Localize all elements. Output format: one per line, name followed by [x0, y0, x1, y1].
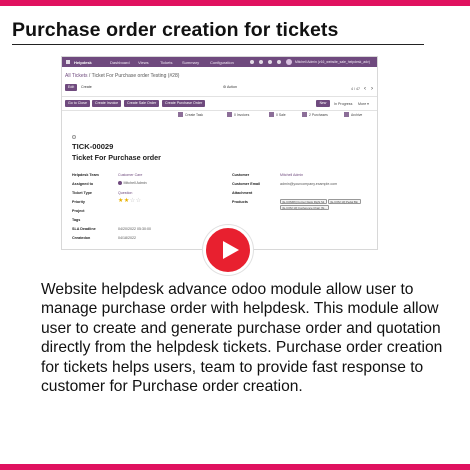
smart-create-task[interactable]: Create Task	[178, 112, 203, 124]
title-divider	[12, 44, 424, 45]
field-label-customer: Customer	[232, 173, 250, 177]
stage-more[interactable]: More ▾	[358, 102, 369, 106]
page-title: Purchase order creation for tickets	[12, 19, 339, 41]
product-tag[interactable]: [E-COM 10] Pedal Bin	[328, 199, 361, 204]
field-label-attachment: Attachment	[232, 191, 253, 195]
field-label-tags: Tags	[72, 218, 81, 222]
field-label-project: Project	[72, 209, 85, 213]
product-tag[interactable]: [E-COM06] Corner Desk Right Sit	[280, 199, 327, 204]
pager-next-icon[interactable]: ›	[371, 86, 373, 92]
smart-invoices[interactable]: 0 Invoices	[227, 112, 249, 124]
star-empty-icon[interactable]: ☆	[136, 198, 142, 204]
app-name[interactable]: Helpdesk	[74, 60, 92, 65]
field-label-created-on: Createdon	[72, 236, 91, 240]
stage-in-progress[interactable]: In Progress	[334, 102, 352, 106]
product-tag[interactable]: [E-COM 10] Conference Chair (St...	[280, 205, 330, 210]
nav-menu-dashboard[interactable]: Dashboard	[110, 60, 130, 65]
nav-menu-tickets[interactable]: Tickets	[160, 60, 173, 65]
video-play-icon[interactable]	[203, 225, 253, 275]
smart-archive[interactable]: Archive	[344, 112, 362, 124]
priority-stars[interactable]: ★★☆☆	[118, 197, 142, 204]
top-navbar: Helpdesk Dashboard Views Tickets Summary…	[62, 57, 377, 67]
create-invoice-button[interactable]: Create Invoice	[92, 100, 122, 107]
purchase-icon	[302, 112, 307, 117]
breadcrumb: All Tickets / Ticket For Purchase order …	[65, 73, 179, 79]
field-value-customer-email[interactable]: admin@yourcompany.example.com	[280, 182, 337, 186]
field-value-created-on[interactable]: 04/18/2022	[118, 236, 136, 240]
field-label-ticket-type: Ticket Type	[72, 191, 92, 195]
field-label-sla-deadline: SLA Deadline	[72, 227, 96, 231]
smart-sale[interactable]: 0 Sale	[269, 112, 286, 124]
ticket-name: Ticket For Purchase order	[72, 153, 161, 162]
create-purchase-order-button[interactable]: Create Purchase Order	[162, 100, 206, 107]
field-value-ticket-type[interactable]: Question	[118, 191, 132, 195]
field-value-assigned-to[interactable]: Mitchell Admin	[118, 181, 147, 186]
kanban-state-icon[interactable]	[72, 135, 76, 139]
apps-menu-icon[interactable]	[66, 60, 70, 64]
module-description: Website helpdesk advance odoo module all…	[41, 281, 443, 396]
clock-icon[interactable]	[268, 60, 272, 64]
bottom-accent-bar	[0, 464, 470, 470]
avatar	[118, 181, 122, 186]
field-value-helpdesk-team[interactable]: Customer Care	[118, 173, 142, 177]
top-accent-bar	[0, 0, 470, 6]
bug-icon[interactable]	[250, 60, 254, 64]
smart-purchases[interactable]: 2 Purchases	[302, 112, 328, 124]
stage-new[interactable]: New	[316, 100, 330, 107]
user-name[interactable]: Mitchell Admin (v16_website_sale_helpdes…	[295, 60, 370, 64]
field-value-customer[interactable]: Mitchell Admin	[280, 173, 303, 177]
odoo-screenshot: Helpdesk Dashboard Views Tickets Summary…	[61, 56, 378, 250]
nav-menu-configuration[interactable]: Configuration	[210, 60, 234, 65]
header-divider	[62, 110, 377, 111]
pager-prev-icon[interactable]: ‹	[364, 86, 366, 92]
company-icon[interactable]	[277, 60, 281, 64]
control-divider	[62, 96, 377, 97]
nav-menu-summary[interactable]: Summary	[182, 60, 199, 65]
field-label-helpdesk-team: Helpdesk Team	[72, 173, 99, 177]
field-label-priority: Priority	[72, 200, 85, 204]
nav-menu-views[interactable]: Views	[138, 60, 149, 65]
action-button[interactable]: ⚙ Action	[220, 84, 241, 91]
breadcrumb-current: / Ticket For Purchase order Testing (#28…	[88, 73, 180, 79]
field-label-assigned-to: Assigned to	[72, 182, 94, 186]
ticket-number: TICK-00029	[72, 142, 114, 151]
user-avatar[interactable]	[286, 59, 292, 65]
create-button[interactable]: Create	[78, 84, 95, 91]
chat-icon[interactable]	[259, 60, 263, 64]
field-label-customer-email: Customer Email	[232, 182, 261, 186]
sale-icon	[269, 112, 274, 117]
create-sale-order-button[interactable]: Create Sale Order	[124, 100, 160, 107]
breadcrumb-parent[interactable]: All Tickets	[65, 73, 88, 79]
field-value-sla-deadline[interactable]: 04/20/2022 05:30:00	[118, 227, 151, 231]
edit-button[interactable]: Edit	[65, 84, 78, 91]
field-label-products: Products	[232, 200, 248, 204]
invoice-icon	[227, 112, 232, 117]
task-icon	[178, 112, 183, 117]
pager-value[interactable]: 4 / 47	[351, 87, 360, 91]
go-to-close-button[interactable]: Go to Close	[65, 100, 90, 107]
archive-icon	[344, 112, 349, 117]
